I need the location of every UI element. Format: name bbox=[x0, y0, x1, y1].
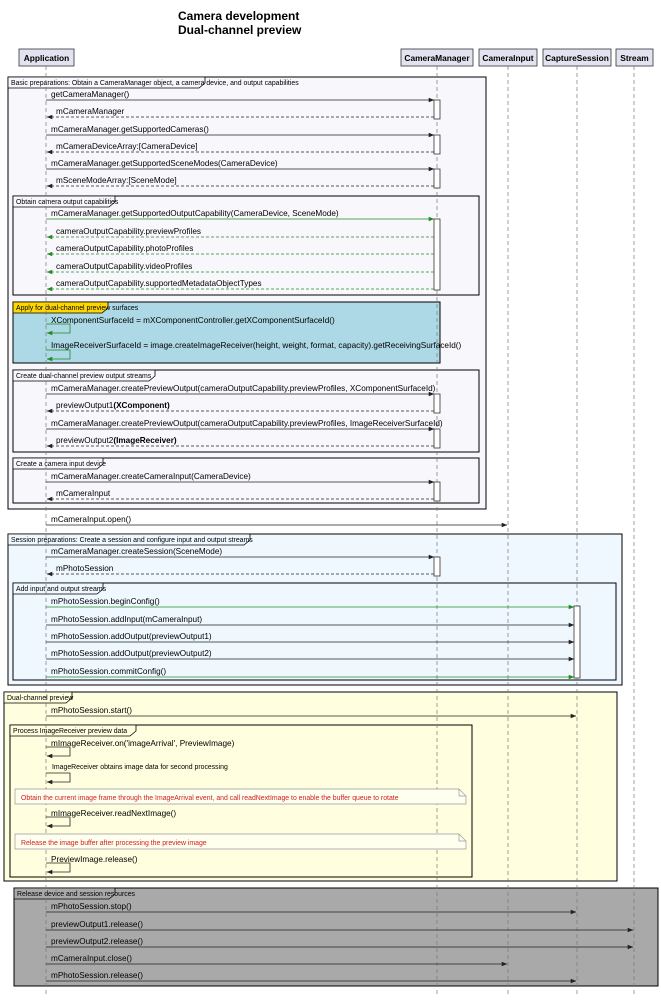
message-label: mPhotoSession.beginConfig() bbox=[51, 597, 160, 606]
group-label: Release device and session resources bbox=[17, 891, 136, 898]
message-label: cameraOutputCapability.videoProfiles bbox=[56, 262, 192, 271]
message-label: cameraOutputCapability.supportedMetadata… bbox=[56, 279, 262, 288]
message-label: ImageReceiverSurfaceId = image.createIma… bbox=[51, 341, 462, 350]
note-text: Obtain the current image frame through t… bbox=[21, 795, 399, 802]
message-label: mCameraManager.createPreviewOutput(camer… bbox=[51, 384, 436, 393]
message-label: mImageReceiver.on('imageArrival', Previe… bbox=[51, 739, 235, 748]
group-label: Basic preparations: Obtain a CameraManag… bbox=[11, 80, 299, 87]
group-apply-surfaces: Apply for dual-channel preview surfaces bbox=[12, 301, 441, 364]
message-label: previewOutput2(ImageReceiver) bbox=[56, 436, 177, 445]
participant-label: CameraManager bbox=[404, 53, 470, 63]
message-label-part: (XComponent) bbox=[113, 401, 170, 410]
message-label: ImageReceiver obtains image data for sec… bbox=[52, 764, 228, 771]
message-label: mCameraManager.getSupportedOutputCapabil… bbox=[51, 209, 339, 218]
message-label: mPhotoSession.release() bbox=[51, 971, 143, 980]
message-label: mPhotoSession.stop() bbox=[51, 902, 132, 911]
group-label: Dual-channel preview bbox=[7, 695, 73, 702]
message-label: previewOutput2.release() bbox=[51, 937, 143, 946]
message-label: mPhotoSession.commitConfig() bbox=[51, 667, 166, 676]
message-label: mPhotoSession.addOutput(previewOutput2) bbox=[51, 649, 212, 658]
participant-label: CameraInput bbox=[482, 53, 533, 63]
message-label: mPhotoSession bbox=[56, 564, 114, 573]
message-label: mPhotoSession.start() bbox=[51, 706, 132, 715]
message-label: mCameraManager.getSupportedSceneModes(Ca… bbox=[51, 159, 278, 168]
note-release-buffer: Release the image buffer after processin… bbox=[14, 833, 467, 850]
participant-camerainput: CameraInput bbox=[478, 48, 538, 67]
participant-application: Application bbox=[18, 48, 75, 67]
sequence-diagram: Camera development Dual-channel preview … bbox=[3, 9, 659, 996]
message-label: mCameraManager.createSession(SceneMode) bbox=[51, 547, 222, 556]
note-text: Release the image buffer after processin… bbox=[21, 840, 207, 847]
message-label: PreviewImage.release() bbox=[51, 855, 138, 864]
message-label: mCameraManager bbox=[56, 107, 125, 116]
message-label: previewOutput1.release() bbox=[51, 920, 143, 929]
message-label-part: previewOutput1 bbox=[56, 401, 114, 410]
message-label: mCameraManager.createCameraInput(CameraD… bbox=[51, 472, 251, 481]
group-label: Add input and output streams bbox=[16, 586, 107, 593]
message-label-part: (ImageReceiver) bbox=[113, 436, 177, 445]
participant-cameramanager: CameraManager bbox=[400, 48, 474, 67]
message-label: mCameraManager.getSupportedCameras() bbox=[51, 125, 209, 134]
group-label: Apply for dual-channel preview surfaces bbox=[16, 305, 139, 312]
message-label: cameraOutputCapability.previewProfiles bbox=[56, 227, 201, 236]
note-buffer-rotate: Obtain the current image frame through t… bbox=[14, 788, 467, 805]
message-label: mCameraInput.close() bbox=[51, 954, 132, 963]
message-label: XComponentSurfaceId = mXComponentControl… bbox=[51, 316, 335, 325]
group-label: Create dual-channel preview output strea… bbox=[16, 373, 152, 380]
message-label: mCameraDeviceArray:[CameraDevice] bbox=[56, 142, 198, 151]
message-label: mPhotoSession.addInput(mCameraInput) bbox=[51, 615, 202, 624]
participant-label: CaptureSession bbox=[545, 53, 609, 63]
message-label: mPhotoSession.addOutput(previewOutput1) bbox=[51, 632, 212, 641]
participant-capturesession: CaptureSession bbox=[542, 48, 612, 67]
diagram-title-line2: Dual-channel preview bbox=[178, 23, 302, 37]
message-label: mSceneModeArray:[SceneMode] bbox=[56, 176, 177, 185]
group-label: Obtain camera output capabilities bbox=[16, 199, 119, 206]
participant-stream: Stream bbox=[615, 48, 654, 67]
diagram-title-line1: Camera development bbox=[178, 9, 299, 23]
message-label: previewOutput1(XComponent) bbox=[56, 401, 170, 410]
message-label: mCameraManager.createPreviewOutput(camer… bbox=[51, 419, 443, 428]
message-label-part: previewOutput2 bbox=[56, 436, 114, 445]
group-label: Create a camera input device bbox=[16, 461, 106, 468]
message-label: cameraOutputCapability.photoProfiles bbox=[56, 244, 193, 253]
participant-label: Stream bbox=[620, 53, 648, 63]
message-label: mImageReceiver.readNextImage() bbox=[51, 809, 176, 818]
participant-label: Application bbox=[24, 53, 70, 63]
group-label: Session preparations: Create a session a… bbox=[11, 537, 253, 544]
group-label: Process ImageReceiver preview data bbox=[13, 728, 127, 735]
message-label: mCameraInput bbox=[56, 489, 111, 498]
message-label: mCameraInput.open() bbox=[51, 515, 131, 524]
message-label: getCameraManager() bbox=[51, 90, 130, 99]
